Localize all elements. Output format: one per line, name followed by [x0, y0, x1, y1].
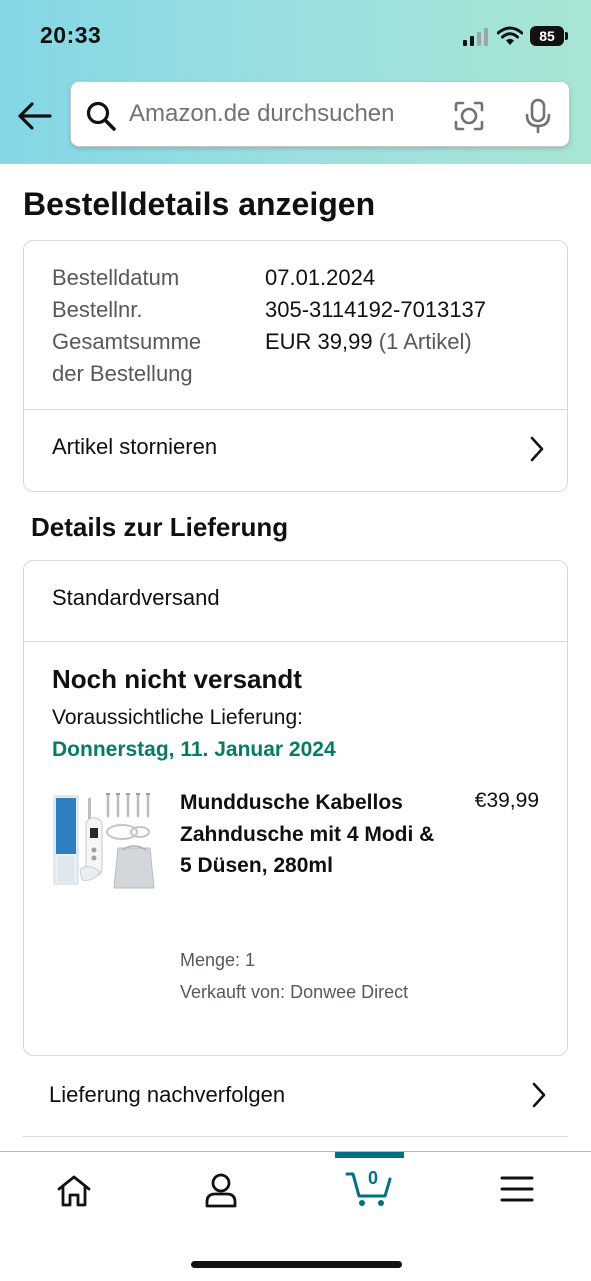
account-icon[interactable]: [203, 1172, 239, 1208]
order-number-value: 305-3114192-7013137: [265, 297, 487, 322]
microphone-icon[interactable]: [524, 98, 552, 134]
battery-indicator: 85: [530, 26, 564, 46]
page-title: Bestelldetails anzeigen: [23, 186, 376, 222]
card-divider: [24, 641, 567, 642]
order-total-value: EUR 39,99 (1 Artikel): [265, 326, 472, 358]
wifi-icon: [497, 26, 523, 45]
order-total-label-line1: Gesamtsumme: [52, 329, 202, 354]
product-quantity: Menge: 1: [180, 950, 256, 970]
shipment-status: Noch nicht versandt: [52, 664, 302, 694]
product-price: €39,99: [474, 789, 539, 812]
product-title-link[interactable]: Munddusche Kabellos Zahndusche mit 4 Mod…: [180, 787, 440, 882]
order-total-items: (1 Artikel): [378, 329, 472, 354]
order-total-amount: EUR 39,99: [265, 329, 373, 354]
chevron-right-icon: [532, 1082, 546, 1108]
battery-tip: [565, 32, 568, 40]
active-tab-indicator: [335, 1152, 404, 1158]
product-seller: Verkauft von: Donwee Direct: [180, 982, 409, 1002]
cancel-items-label: Artikel stornieren: [52, 434, 218, 459]
status-time: 20:33: [40, 22, 102, 48]
back-arrow-icon[interactable]: [17, 100, 53, 132]
eta-label: Voraussichtliche Lieferung:: [52, 706, 303, 729]
order-total-label: Gesamtsumme der Bestellung: [52, 326, 201, 390]
delivery-section-title: Details zur Lieferung: [31, 512, 289, 542]
order-total-label-line2: der Bestellung: [52, 361, 193, 386]
order-number-label: Bestellnr.: [52, 297, 143, 322]
order-date-value: 07.01.2024: [265, 265, 376, 290]
top-header: 20:33 85: [0, 0, 591, 164]
camera-icon[interactable]: [453, 100, 485, 132]
product-image[interactable]: [52, 790, 156, 892]
shipping-method: Standardversand: [52, 585, 220, 610]
track-delivery-label: Lieferung nachverfolgen: [49, 1082, 286, 1107]
menu-icon[interactable]: [500, 1175, 534, 1203]
chevron-right-icon: [530, 436, 544, 462]
cancel-items-row[interactable]: Artikel stornieren: [24, 410, 567, 492]
search-box[interactable]: [70, 81, 570, 147]
cart-count-badge: 0: [367, 1168, 378, 1188]
search-input[interactable]: [129, 96, 429, 132]
order-date-label: Bestelldatum: [52, 265, 180, 290]
delivery-card: Standardversand Noch nicht versandt Vora…: [23, 560, 568, 1056]
order-summary-card: Bestelldatum 07.01.2024 Bestellnr. 305-3…: [23, 240, 568, 492]
signal-icon: [463, 28, 488, 46]
home-indicator: [191, 1261, 402, 1268]
eta-date: Donnerstag, 11. Januar 2024: [52, 738, 336, 761]
home-icon[interactable]: [56, 1174, 92, 1208]
bottom-tab-bar: 0: [0, 1151, 591, 1281]
search-icon: [86, 101, 116, 131]
track-delivery-row[interactable]: Lieferung nachverfolgen: [23, 1058, 568, 1137]
